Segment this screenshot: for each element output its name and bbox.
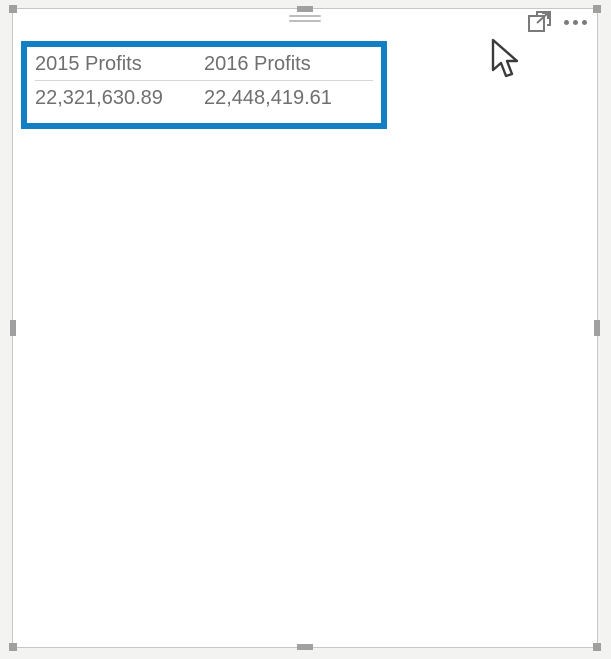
resize-handle-mb[interactable]	[297, 644, 313, 650]
resize-handle-br[interactable]	[593, 643, 601, 651]
resize-handle-mr[interactable]	[594, 320, 600, 336]
visual-header	[13, 9, 597, 37]
cell-2016-profit[interactable]: 22,448,419.61	[204, 81, 373, 111]
more-options-icon[interactable]	[562, 16, 589, 29]
column-header[interactable]: 2015 Profits	[35, 53, 204, 81]
resize-handle-bl[interactable]	[9, 643, 17, 651]
focus-mode-icon[interactable]	[528, 11, 552, 33]
visual-container[interactable]: 2015 Profits 2016 Profits 22,321,630.89 …	[12, 8, 598, 648]
table-header-row: 2015 Profits 2016 Profits	[35, 53, 373, 81]
resize-handle-ml[interactable]	[10, 320, 16, 336]
column-header[interactable]: 2016 Profits	[204, 53, 373, 81]
profits-table-highlight: 2015 Profits 2016 Profits 22,321,630.89 …	[21, 41, 387, 129]
profits-table: 2015 Profits 2016 Profits 22,321,630.89 …	[35, 53, 373, 110]
table-row: 22,321,630.89 22,448,419.61	[35, 81, 373, 111]
cell-2015-profit[interactable]: 22,321,630.89	[35, 81, 204, 111]
drag-grip-icon[interactable]	[289, 15, 321, 25]
